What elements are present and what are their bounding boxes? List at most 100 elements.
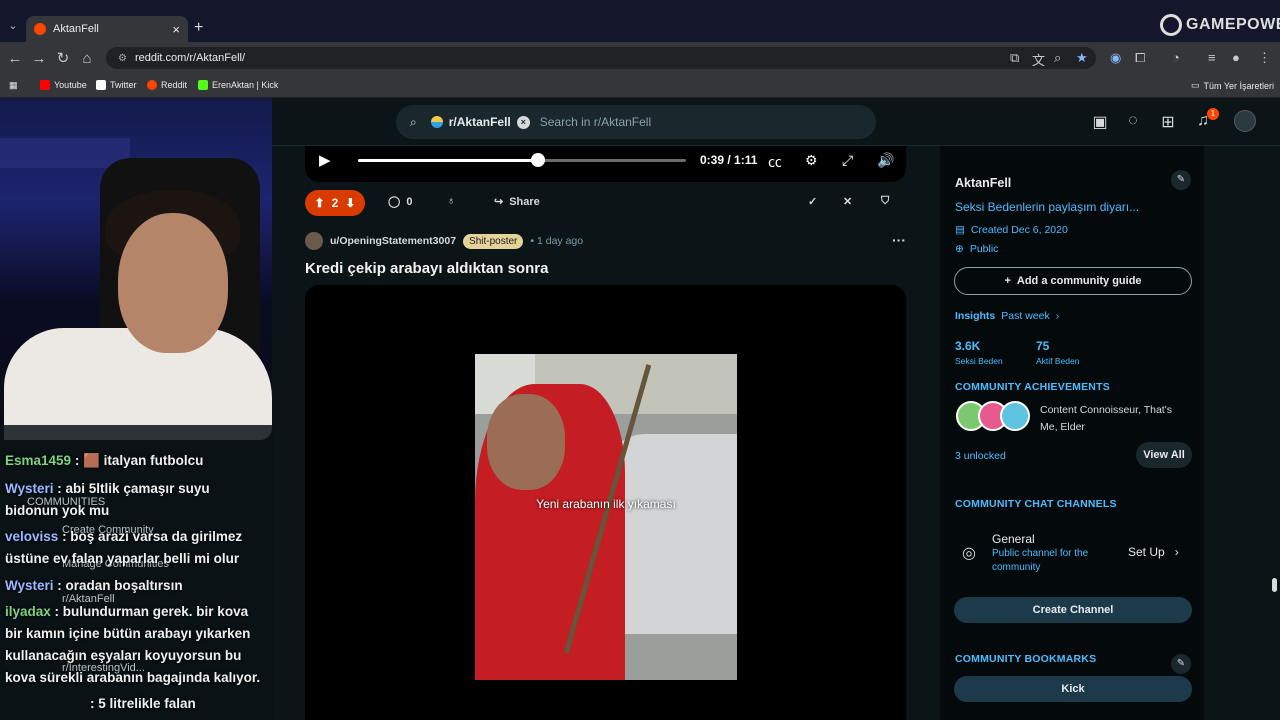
extensions-icon[interactable]: ⧠ xyxy=(1135,50,1145,66)
award-button[interactable]: ♁ xyxy=(447,195,455,207)
chat-user: Wysteri xyxy=(5,578,54,593)
chat-text: kova sürekli arabanın bagajında kalıyor. xyxy=(5,670,261,685)
share-button[interactable]: ↪ Share xyxy=(494,195,540,209)
author-avatar[interactable] xyxy=(305,232,323,250)
check-icon: ✓ xyxy=(808,196,818,208)
online-count: 75 xyxy=(1036,339,1050,353)
chat-message: ilyadax : bulundurman gerek. bir kova xyxy=(5,601,248,623)
chat-text: bir kamın içine bütün arabayı yıkarken xyxy=(5,626,251,641)
view-all-button[interactable]: View All xyxy=(1136,442,1192,468)
chip-clear-icon[interactable]: × xyxy=(516,115,530,129)
video-thumbnail[interactable] xyxy=(475,354,737,680)
video-progress-fill xyxy=(358,159,539,162)
play-icon[interactable]: ▶ xyxy=(319,151,331,169)
unlocked-count: 3 unlocked xyxy=(955,450,1006,462)
gamepower-logo-icon xyxy=(1160,14,1182,36)
new-tab-icon[interactable]: + xyxy=(194,19,203,37)
browser-tab-bar xyxy=(0,0,1280,42)
bookmark-kick[interactable]: ErenAktan | Kick xyxy=(198,80,278,90)
subreddit-chip[interactable]: r/AktanFell × xyxy=(430,115,530,129)
bookmark-star-icon[interactable]: ★ xyxy=(1076,50,1088,66)
address-bar[interactable]: ⚙ reddit.com/r/AktanFell/ xyxy=(106,47,1096,69)
plus-icon: + xyxy=(1004,275,1011,287)
more-options-icon[interactable]: ··· xyxy=(892,232,906,248)
menu-icon[interactable]: ⋮ xyxy=(1258,50,1271,66)
reload-icon[interactable]: ↻ xyxy=(51,49,75,67)
setup-button[interactable]: Set Up › xyxy=(1128,545,1179,559)
globe-icon: ⊕ xyxy=(955,243,964,255)
x-icon xyxy=(96,80,106,90)
page-scrollbar[interactable] xyxy=(1270,146,1278,706)
fullscreen-icon[interactable]: ⤢ xyxy=(842,152,853,169)
tab-search-icon[interactable]: ⌄ xyxy=(5,19,21,35)
incognito-icon[interactable]: ◔ xyxy=(1172,50,1180,65)
community-description: Seksi Bedenlerin paylaşım diyarı... xyxy=(955,200,1140,214)
install-icon[interactable]: ⧉ xyxy=(1010,50,1019,66)
create-channel-button[interactable]: Create Channel xyxy=(954,597,1192,623)
post-author[interactable]: u/OpeningStatement3007 xyxy=(330,235,456,247)
chat-channel-icon: ◎ xyxy=(962,545,976,562)
visibility: ⊕ Public xyxy=(955,243,998,255)
settings-icon[interactable]: ⚙ xyxy=(805,152,818,169)
chat-message: Wysteri : abi 5ltlik çamaşır suyu xyxy=(5,478,210,500)
video-progress[interactable] xyxy=(358,159,686,162)
add-guide-button[interactable]: + Add a community guide xyxy=(954,267,1192,295)
setup-label: Set Up xyxy=(1128,545,1165,559)
bookmark-youtube[interactable]: Youtube xyxy=(40,80,87,90)
channel-name[interactable]: General xyxy=(992,532,1035,546)
extension-wave-icon[interactable]: ◉ xyxy=(1110,50,1121,66)
home-icon[interactable]: ⌂ xyxy=(75,50,99,67)
share-icon: ↪ xyxy=(494,196,504,208)
reddit-icon xyxy=(147,80,157,90)
search-bar[interactable]: ⌕ r/AktanFell × Search in r/AktanFell xyxy=(396,105,876,139)
chat-user: Esma1459 xyxy=(5,453,72,468)
edit-icon[interactable]: ✎ xyxy=(1171,170,1191,190)
tab-close-icon[interactable]: × xyxy=(172,22,180,37)
chat-user: ilyadax xyxy=(5,604,51,619)
achievement-badge-icon[interactable] xyxy=(1000,401,1030,431)
approve-button[interactable]: ✓ xyxy=(808,195,817,208)
bookmark-kick-button[interactable]: Kick xyxy=(954,676,1192,702)
search-input[interactable]: Search in r/AktanFell xyxy=(540,115,651,129)
chat-message: kullanacağın eşyaları koyuyorsun bu xyxy=(5,645,241,667)
notification-badge: 1 xyxy=(1207,108,1219,120)
comments-button[interactable]: ◯ 0 xyxy=(388,195,412,209)
scroll-thumb[interactable] xyxy=(1272,578,1277,592)
bookmarks-bar: ▦ Youtube Twitter Reddit ErenAktan | Kic… xyxy=(0,74,1280,98)
bookmark-reddit[interactable]: Reddit xyxy=(147,80,187,90)
translate-icon[interactable]: 文 xyxy=(1032,50,1045,69)
gamepower-text: GAMEPOWER xyxy=(1186,16,1280,33)
upvote-icon[interactable]: ⬆ xyxy=(315,196,325,210)
captions-icon[interactable]: ㏄ xyxy=(768,152,782,172)
remove-button[interactable]: ✕ xyxy=(843,195,852,208)
chat-icon[interactable]: ◌ xyxy=(1122,112,1144,130)
volume-icon[interactable]: 🔊 xyxy=(877,152,894,169)
bookmark-twitter[interactable]: Twitter xyxy=(96,80,137,90)
back-icon[interactable]: ← xyxy=(3,50,27,67)
reading-list-icon[interactable]: ≡ xyxy=(1208,50,1216,65)
chat-text: kullanacağın eşyaları koyuyorsun bu xyxy=(5,648,242,663)
create-post-icon[interactable]: ⊞ xyxy=(1157,112,1179,132)
post-title[interactable]: Kredi çekip arabayı aldıktan sonra xyxy=(305,260,548,277)
browser-tab[interactable]: AktanFell × xyxy=(26,16,188,42)
downvote-icon[interactable]: ⬇ xyxy=(345,196,355,210)
zoom-icon[interactable]: ⌕ xyxy=(1054,50,1061,66)
video-time: 0:39 / 1:11 xyxy=(700,153,758,167)
chat-message: bidonun yok mu xyxy=(5,500,109,522)
visibility-text: Public xyxy=(969,243,999,255)
all-bookmarks[interactable]: ▭ Tüm Yer İşaretleri xyxy=(1191,80,1274,91)
mod-shield-button[interactable]: ⛉ xyxy=(881,195,889,208)
apps-icon[interactable]: ▦ xyxy=(9,80,18,91)
insights-period: Past week xyxy=(1001,310,1050,322)
site-info-icon[interactable]: ⚙ xyxy=(118,53,127,64)
chat-message: kova sürekli arabanın bagajında kalıyor. xyxy=(5,667,260,689)
insights-row[interactable]: Insights Past week › xyxy=(955,310,1059,322)
comment-icon: ◯ xyxy=(388,196,401,208)
user-avatar[interactable] xyxy=(1234,110,1256,132)
chat-text: bidonun yok mu xyxy=(5,503,110,518)
edit-bookmarks-icon[interactable]: ✎ xyxy=(1171,654,1191,674)
profile-icon[interactable]: ● xyxy=(1232,50,1240,65)
forward-icon[interactable]: → xyxy=(27,50,51,67)
achievements-text: Content Connoisseur, That's Me, Elder xyxy=(1040,404,1172,433)
advertise-icon[interactable]: ▣ xyxy=(1089,112,1111,132)
